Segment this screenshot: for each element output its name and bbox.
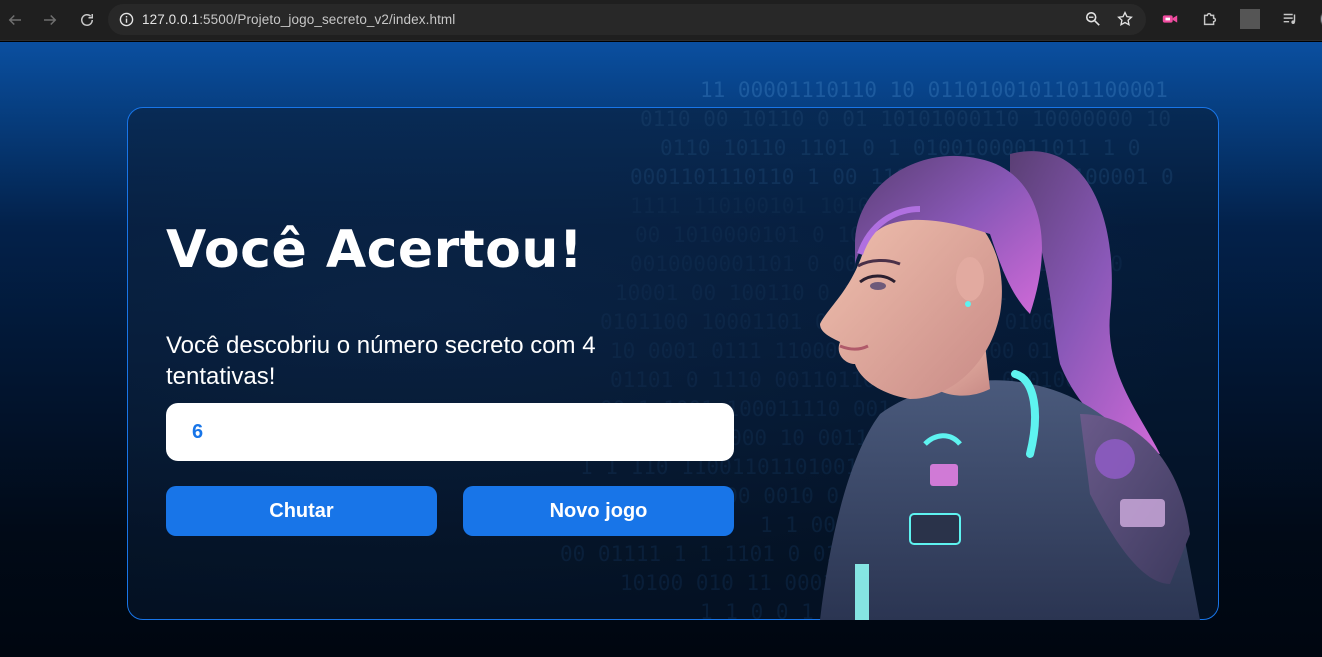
media-controls-icon[interactable] <box>1280 9 1300 29</box>
url-host: 127.0.0.1 <box>142 12 200 27</box>
url-path: :5500/Projeto_jogo_secreto_v2/index.html <box>199 12 456 27</box>
guess-input[interactable] <box>166 403 734 461</box>
page-viewport: 11 00001110110 10 0110100101101100001011… <box>0 42 1322 657</box>
zoom-icon[interactable] <box>1084 10 1102 28</box>
new-game-button[interactable]: Novo jogo <box>463 486 734 536</box>
result-message: Você descobriu o número secreto com 4 te… <box>166 332 596 390</box>
toolbar-divider <box>1240 9 1260 29</box>
forward-arrow-icon[interactable] <box>38 8 62 32</box>
address-bar[interactable]: 127.0.0.1:5500/Projeto_jogo_secreto_v2/i… <box>108 4 1146 35</box>
guess-button[interactable]: Chutar <box>166 486 437 536</box>
url-text[interactable]: 127.0.0.1:5500/Projeto_jogo_secreto_v2/i… <box>142 12 455 27</box>
back-arrow-icon[interactable] <box>3 8 27 32</box>
browser-toolbar: 127.0.0.1:5500/Projeto_jogo_secreto_v2/i… <box>0 0 1322 41</box>
extensions-puzzle-icon[interactable] <box>1200 9 1220 29</box>
binary-line: 11 00001110110 10 0110100101101100001 <box>700 78 1168 102</box>
bookmark-star-icon[interactable] <box>1116 10 1134 28</box>
page-title: Você Acertou! <box>166 220 584 280</box>
extension-video-icon[interactable] <box>1160 9 1180 29</box>
reload-icon[interactable] <box>75 8 99 32</box>
site-info-icon[interactable] <box>118 12 134 28</box>
astronaut-girl-illustration <box>820 151 1200 620</box>
